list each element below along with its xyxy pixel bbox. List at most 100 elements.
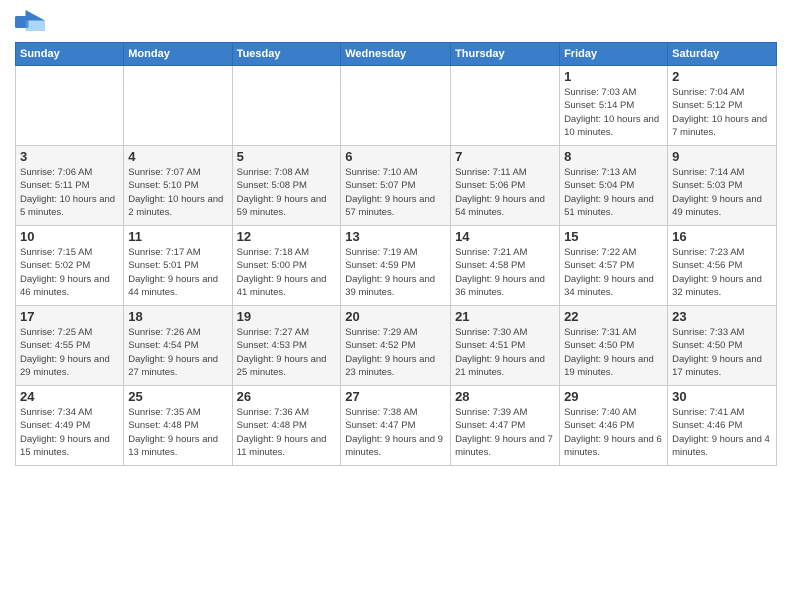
day-info-6: Sunrise: 7:10 AMSunset: 5:07 PMDaylight:… [345, 166, 446, 219]
day-info-12: Sunrise: 7:18 AMSunset: 5:00 PMDaylight:… [237, 246, 337, 299]
day-number-15: 15 [564, 229, 663, 244]
day-number-22: 22 [564, 309, 663, 324]
day-number-26: 26 [237, 389, 337, 404]
calendar-header-monday: Monday [124, 43, 232, 66]
day-number-14: 14 [455, 229, 555, 244]
calendar-cell-19: 19Sunrise: 7:27 AMSunset: 4:53 PMDayligh… [232, 306, 341, 386]
calendar-cell-5: 5 Sunrise: 7:08 AMSunset: 5:08 PMDaylight… [232, 146, 341, 226]
calendar-week-1: 3 Sunrise: 7:06 AMSunset: 5:11 PMDaylight… [16, 146, 777, 226]
day-number-10: 10 [20, 229, 119, 244]
calendar-header-thursday: Thursday [451, 43, 560, 66]
calendar-cell-15: 15 Sunrise: 7:22 AMSunset: 4:57 PMDayligh… [560, 226, 668, 306]
day-number-25: 25 [128, 389, 227, 404]
calendar-cell-27: 27Sunrise: 7:38 AMSunset: 4:47 PMDayligh… [341, 386, 451, 466]
calendar-cell-6: 6 Sunrise: 7:10 AMSunset: 5:07 PMDaylight… [341, 146, 451, 226]
calendar-cell-26: 26Sunrise: 7:36 AMSunset: 4:48 PMDayligh… [232, 386, 341, 466]
calendar-cell-4: 4 Sunrise: 7:07 AMSunset: 5:10 PMDaylight… [124, 146, 232, 226]
calendar-cell-14: 14 Sunrise: 7:21 AMSunset: 4:58 PMDayligh… [451, 226, 560, 306]
page: SundayMondayTuesdayWednesdayThursdayFrid… [0, 0, 792, 612]
day-info-21: Sunrise: 7:30 AMSunset: 4:51 PMDaylight:… [455, 326, 555, 379]
calendar-cell-29: 29 Sunrise: 7:40 AMSunset: 4:46 PMDayligh… [560, 386, 668, 466]
calendar-header-saturday: Saturday [668, 43, 777, 66]
day-info-17: Sunrise: 7:25 AMSunset: 4:55 PMDaylight:… [20, 326, 119, 379]
day-info-8: Sunrise: 7:13 AMSunset: 5:04 PMDaylight:… [564, 166, 663, 219]
calendar-cell-30: 30 Sunrise: 7:41 AMSunset: 4:46 PMDayligh… [668, 386, 777, 466]
day-number-28: 28 [455, 389, 555, 404]
day-info-5: Sunrise: 7:08 AMSunset: 5:08 PMDaylight:… [237, 166, 337, 219]
day-number-17: 17 [20, 309, 119, 324]
day-number-29: 29 [564, 389, 663, 404]
calendar-cell-16: 16 Sunrise: 7:23 AMSunset: 4:56 PMDayligh… [668, 226, 777, 306]
day-number-5: 5 [237, 149, 337, 164]
day-number-24: 24 [20, 389, 119, 404]
calendar-cell-18: 18Sunrise: 7:26 AMSunset: 4:54 PMDayligh… [124, 306, 232, 386]
calendar-cell-28: 28 Sunrise: 7:39 AMSunset: 4:47 PMDayligh… [451, 386, 560, 466]
header [15, 10, 777, 34]
calendar-header-tuesday: Tuesday [232, 43, 341, 66]
day-number-1: 1 [564, 69, 663, 84]
calendar-week-3: 17 Sunrise: 7:25 AMSunset: 4:55 PMDayligh… [16, 306, 777, 386]
day-number-9: 9 [672, 149, 772, 164]
calendar-cell-22: 22Sunrise: 7:31 AMSunset: 4:50 PMDayligh… [560, 306, 668, 386]
day-number-16: 16 [672, 229, 772, 244]
day-number-3: 3 [20, 149, 119, 164]
day-number-30: 30 [672, 389, 772, 404]
calendar-cell-24: 24 Sunrise: 7:34 AMSunset: 4:49 PMDayligh… [16, 386, 124, 466]
day-info-16: Sunrise: 7:23 AMSunset: 4:56 PMDaylight:… [672, 246, 772, 299]
day-number-2: 2 [672, 69, 772, 84]
day-number-23: 23 [672, 309, 772, 324]
calendar-cell-empty [451, 66, 560, 146]
day-info-24: Sunrise: 7:34 AMSunset: 4:49 PMDaylight:… [20, 406, 119, 459]
calendar-header-wednesday: Wednesday [341, 43, 451, 66]
calendar-header-row: SundayMondayTuesdayWednesdayThursdayFrid… [16, 43, 777, 66]
logo [15, 10, 49, 34]
day-info-28: Sunrise: 7:39 AMSunset: 4:47 PMDaylight:… [455, 406, 555, 459]
day-info-25: Sunrise: 7:35 AMSunset: 4:48 PMDaylight:… [128, 406, 227, 459]
day-info-20: Sunrise: 7:29 AMSunset: 4:52 PMDaylight:… [345, 326, 446, 379]
calendar-cell-empty [341, 66, 451, 146]
calendar-header-friday: Friday [560, 43, 668, 66]
calendar-cell-17: 17 Sunrise: 7:25 AMSunset: 4:55 PMDayligh… [16, 306, 124, 386]
calendar-header-sunday: Sunday [16, 43, 124, 66]
calendar-cell-13: 13 Sunrise: 7:19 AMSunset: 4:59 PMDayligh… [341, 226, 451, 306]
day-info-15: Sunrise: 7:22 AMSunset: 4:57 PMDaylight:… [564, 246, 663, 299]
calendar-cell-9: 9 Sunrise: 7:14 AMSunset: 5:03 PMDaylight… [668, 146, 777, 226]
day-info-23: Sunrise: 7:33 AMSunset: 4:50 PMDaylight:… [672, 326, 772, 379]
calendar-cell-21: 21 Sunrise: 7:30 AMSunset: 4:51 PMDayligh… [451, 306, 560, 386]
day-info-18: Sunrise: 7:26 AMSunset: 4:54 PMDaylight:… [128, 326, 227, 379]
day-info-7: Sunrise: 7:11 AMSunset: 5:06 PMDaylight:… [455, 166, 555, 219]
day-info-4: Sunrise: 7:07 AMSunset: 5:10 PMDaylight:… [128, 166, 227, 219]
calendar-week-4: 24 Sunrise: 7:34 AMSunset: 4:49 PMDayligh… [16, 386, 777, 466]
calendar-cell-25: 25 Sunrise: 7:35 AMSunset: 4:48 PMDayligh… [124, 386, 232, 466]
calendar-cell-11: 11Sunrise: 7:17 AMSunset: 5:01 PMDayligh… [124, 226, 232, 306]
calendar-week-0: 1 Sunrise: 7:03 AMSunset: 5:14 PMDaylight… [16, 66, 777, 146]
calendar-week-2: 10Sunrise: 7:15 AMSunset: 5:02 PMDayligh… [16, 226, 777, 306]
calendar-cell-1: 1 Sunrise: 7:03 AMSunset: 5:14 PMDaylight… [560, 66, 668, 146]
day-number-19: 19 [237, 309, 337, 324]
day-info-27: Sunrise: 7:38 AMSunset: 4:47 PMDaylight:… [345, 406, 446, 459]
day-info-14: Sunrise: 7:21 AMSunset: 4:58 PMDaylight:… [455, 246, 555, 299]
day-number-13: 13 [345, 229, 446, 244]
calendar-cell-23: 23 Sunrise: 7:33 AMSunset: 4:50 PMDayligh… [668, 306, 777, 386]
day-number-12: 12 [237, 229, 337, 244]
day-info-11: Sunrise: 7:17 AMSunset: 5:01 PMDaylight:… [128, 246, 227, 299]
day-number-21: 21 [455, 309, 555, 324]
day-info-9: Sunrise: 7:14 AMSunset: 5:03 PMDaylight:… [672, 166, 772, 219]
calendar-cell-empty [232, 66, 341, 146]
day-info-2: Sunrise: 7:04 AMSunset: 5:12 PMDaylight:… [672, 86, 772, 139]
day-info-29: Sunrise: 7:40 AMSunset: 4:46 PMDaylight:… [564, 406, 663, 459]
day-info-1: Sunrise: 7:03 AMSunset: 5:14 PMDaylight:… [564, 86, 663, 139]
calendar-cell-20: 20 Sunrise: 7:29 AMSunset: 4:52 PMDayligh… [341, 306, 451, 386]
day-info-30: Sunrise: 7:41 AMSunset: 4:46 PMDaylight:… [672, 406, 772, 459]
day-number-4: 4 [128, 149, 227, 164]
calendar-cell-empty [16, 66, 124, 146]
calendar-cell-2: 2 Sunrise: 7:04 AMSunset: 5:12 PMDaylight… [668, 66, 777, 146]
day-number-6: 6 [345, 149, 446, 164]
logo-icon [15, 10, 45, 34]
calendar-cell-8: 8Sunrise: 7:13 AMSunset: 5:04 PMDaylight… [560, 146, 668, 226]
day-info-3: Sunrise: 7:06 AMSunset: 5:11 PMDaylight:… [20, 166, 119, 219]
day-info-13: Sunrise: 7:19 AMSunset: 4:59 PMDaylight:… [345, 246, 446, 299]
day-number-7: 7 [455, 149, 555, 164]
calendar-cell-7: 7 Sunrise: 7:11 AMSunset: 5:06 PMDaylight… [451, 146, 560, 226]
day-number-20: 20 [345, 309, 446, 324]
